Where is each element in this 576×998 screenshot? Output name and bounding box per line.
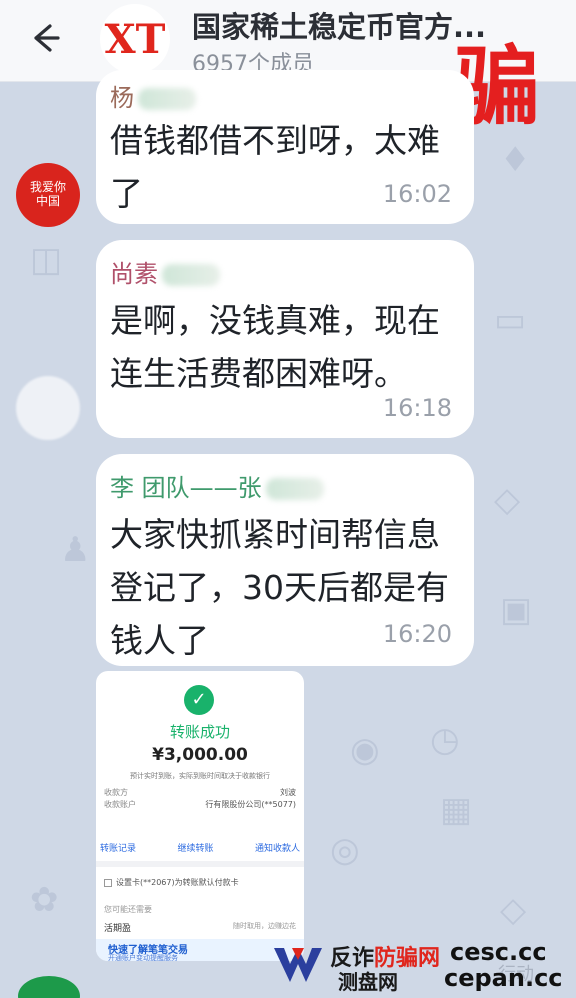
- sender-name: 尚素: [110, 254, 220, 289]
- fund-row: 活期盈 随时取用，边赚边花: [104, 922, 296, 934]
- background-doodle: ◫: [30, 240, 63, 280]
- avatar[interactable]: [16, 376, 80, 440]
- watermark: 反诈防骗网 测盘网 cesc.cc cepan.cc: [272, 936, 572, 994]
- transfer-records-link: 转账记录: [100, 844, 137, 854]
- message-bubble[interactable]: 李 团队——张 大家快抓紧时间帮信息登记了，30天后都是有钱人了 16:20: [96, 454, 474, 666]
- notify-payee-link: 通知收款人: [254, 844, 300, 854]
- suggestion-hint: 您可能还需要: [104, 905, 152, 914]
- background-doodle: ♦: [500, 140, 531, 180]
- avatar-text: 中国: [35, 194, 60, 208]
- blur-mask: [265, 478, 324, 500]
- background-doodle: ✿: [30, 880, 59, 920]
- continue-transfer-link: 继续转账: [177, 844, 214, 854]
- group-avatar[interactable]: XT: [100, 4, 170, 74]
- background-doodle: ◇: [494, 480, 521, 520]
- transfer-status: 转账成功: [169, 723, 230, 741]
- avatar[interactable]: [18, 976, 80, 998]
- background-doodle: ◷: [430, 720, 460, 760]
- success-check-icon: ✓: [184, 685, 214, 715]
- watermark-domain2: cepan.cc: [444, 964, 563, 992]
- avatar-text: 我爱你: [29, 180, 66, 195]
- watermark-domain1: cesc.cc: [450, 938, 547, 966]
- background-doodle: ▦: [440, 790, 473, 830]
- message-text: 是啊，没钱真难，现在连生活费都困难呀。: [110, 301, 440, 393]
- promo-subtitle: 开通账户变动提醒服务: [108, 954, 178, 961]
- background-doodle: ◇: [500, 890, 527, 930]
- checkbox-icon: [104, 878, 112, 887]
- avatar[interactable]: 我爱你 中国: [16, 163, 80, 227]
- message-time: 16:02: [382, 180, 452, 208]
- blur-mask: [138, 88, 196, 110]
- message-time: 16:18: [382, 394, 452, 422]
- group-avatar-logo: XT: [104, 15, 166, 63]
- anti-fraud-logo-icon: [274, 948, 322, 982]
- transfer-actions: 转账记录 继续转账 通知收款人: [100, 841, 300, 854]
- transfer-amount: ¥3,000.00: [152, 745, 248, 765]
- payee-row: 收款方 刘波: [104, 788, 296, 797]
- background-doodle: ◎: [330, 830, 360, 870]
- background-doodle: ♟: [60, 530, 91, 570]
- back-button[interactable]: [26, 20, 62, 56]
- sender-name: 李 团队——张: [110, 468, 324, 503]
- divider: [96, 861, 304, 867]
- sender-name: 杨: [110, 78, 196, 113]
- transfer-note: 预计实时到账，实际到账时间取决于收款银行: [130, 772, 270, 780]
- default-card-checkbox: 设置卡(**2067)为转账默认付款卡: [104, 877, 239, 888]
- account-row: 收款账户 行有限股份公司(**5077): [104, 800, 296, 809]
- background-doodle: ▣: [500, 590, 533, 630]
- background-doodle: ▭: [494, 300, 527, 340]
- blur-mask: [162, 264, 220, 286]
- watermark-line2: 测盘网: [338, 970, 398, 994]
- message-time: 16:20: [382, 620, 452, 648]
- background-doodle: ◉: [350, 730, 380, 770]
- transfer-receipt-image[interactable]: ✓ 转账成功 ¥3,000.00 预计实时到账，实际到账时间取决于收款银行 收款…: [96, 671, 304, 961]
- message-bubble[interactable]: 杨 借钱都借不到呀，太难了 16:02: [96, 70, 474, 224]
- back-arrow-icon: [34, 24, 60, 52]
- message-bubble[interactable]: 尚素 是啊，没钱真难，现在连生活费都困难呀。 16:18: [96, 240, 474, 438]
